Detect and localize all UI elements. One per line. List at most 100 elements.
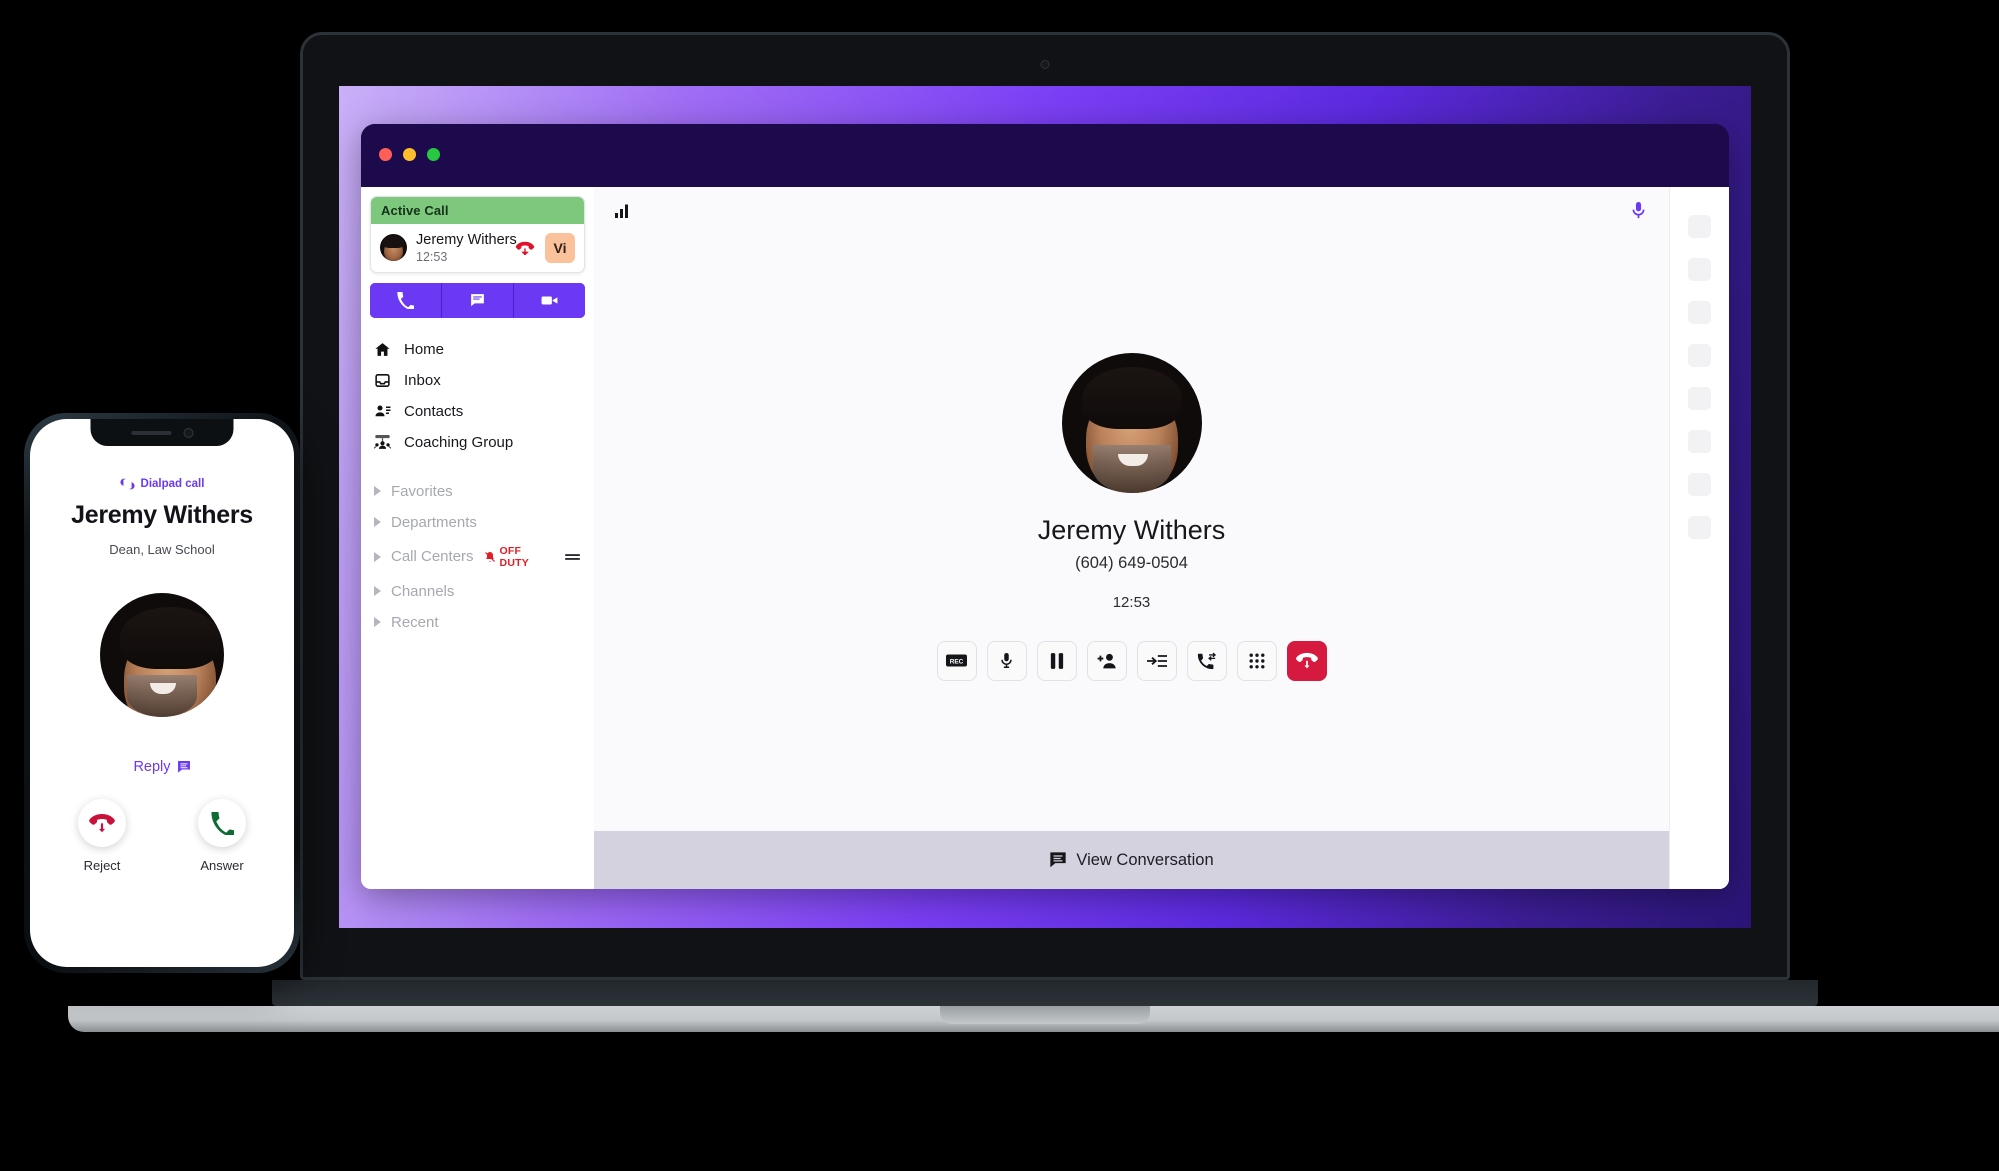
rail-placeholder[interactable] xyxy=(1688,430,1711,453)
avatar xyxy=(100,593,224,717)
message-icon[interactable] xyxy=(442,282,514,318)
laptop-webcam-icon xyxy=(1040,60,1050,69)
keypad-button[interactable] xyxy=(1236,640,1277,681)
avatar xyxy=(380,234,407,262)
laptop-lid: Active Call Jeremy Withers 12:53 Vi Home… xyxy=(300,32,1790,980)
off-duty-status[interactable]: OFF DUTY xyxy=(484,545,547,569)
call-end-icon[interactable] xyxy=(78,799,126,847)
reply-label: Reply xyxy=(133,759,171,775)
hold-button[interactable] xyxy=(1036,640,1077,681)
answer-label: Answer xyxy=(200,858,244,873)
status-badge[interactable]: Vi xyxy=(545,232,575,263)
phone-caller-name: Jeremy Withers xyxy=(71,501,253,529)
sidebar-nav: Home Inbox Contacts Coaching Group xyxy=(361,334,594,458)
rail-placeholder[interactable] xyxy=(1688,387,1711,410)
sidebar: Active Call Jeremy Withers 12:53 Vi Home… xyxy=(361,187,594,889)
phone-icon[interactable] xyxy=(370,282,442,318)
chevron-right-icon[interactable] xyxy=(374,586,381,597)
coaching-group-icon xyxy=(373,433,392,452)
reply-button[interactable]: Reply xyxy=(30,759,294,775)
sidebar-group-label: Channels xyxy=(391,582,455,600)
sidebar-group-channels[interactable]: Channels xyxy=(361,576,594,607)
close-button[interactable] xyxy=(379,148,392,161)
avatar-detail xyxy=(127,675,197,717)
mute-button[interactable] xyxy=(986,640,1027,681)
chat-icon xyxy=(1049,851,1067,869)
caller-number: (604) 649-0504 xyxy=(1075,553,1188,572)
laptop-base-notch xyxy=(940,1006,1150,1024)
avatar xyxy=(1061,352,1202,493)
sidebar-item-label: Coaching Group xyxy=(404,433,514,451)
reject-call-button[interactable]: Reject xyxy=(78,799,126,873)
sidebar-item-coaching-group[interactable]: Coaching Group xyxy=(361,427,594,458)
message-icon xyxy=(177,760,191,774)
home-icon xyxy=(373,340,392,359)
active-call-duration: 12:53 xyxy=(416,249,448,264)
add-participant-button[interactable] xyxy=(1086,640,1127,681)
transfer-button[interactable] xyxy=(1136,640,1177,681)
active-call-header: Active Call xyxy=(371,197,584,224)
phone-notch xyxy=(90,419,234,446)
dialpad-logo-icon xyxy=(119,478,135,490)
move-call-button[interactable] xyxy=(1186,640,1227,681)
chevron-right-icon[interactable] xyxy=(374,517,381,528)
speaker-icon xyxy=(131,430,171,435)
sidebar-group-label: Departments xyxy=(391,513,477,531)
view-conversation-label: View Conversation xyxy=(1076,850,1214,869)
active-call-name: Jeremy Withers xyxy=(416,232,517,248)
sidebar-group-favorites[interactable]: Favorites xyxy=(361,476,594,507)
rail-placeholder[interactable] xyxy=(1688,516,1711,539)
front-camera-icon xyxy=(183,427,193,438)
active-call-info: Jeremy Withers 12:53 xyxy=(416,232,517,264)
laptop-device: Active Call Jeremy Withers 12:53 Vi Home… xyxy=(68,32,1999,1032)
call-end-icon[interactable] xyxy=(514,241,536,255)
minimize-button[interactable] xyxy=(403,148,416,161)
sidebar-item-label: Inbox xyxy=(404,371,441,389)
maximize-button[interactable] xyxy=(427,148,440,161)
reject-label: Reject xyxy=(83,858,121,873)
svg-text:REC: REC xyxy=(950,658,964,665)
rail-placeholder[interactable] xyxy=(1688,301,1711,324)
call-timer: 12:53 xyxy=(1112,593,1151,611)
off-duty-label: OFF DUTY xyxy=(499,544,529,569)
call-stage: Jeremy Withers (604) 649-0504 12:53 REC xyxy=(594,202,1669,831)
rail-placeholder[interactable] xyxy=(1688,344,1711,367)
sidebar-group-departments[interactable]: Departments xyxy=(361,507,594,538)
window-traffic-lights xyxy=(379,148,440,161)
caller-name: Jeremy Withers xyxy=(1037,514,1226,545)
brand-label: Dialpad call xyxy=(140,478,205,490)
sidebar-item-home[interactable]: Home xyxy=(361,334,594,365)
phone-caller-title: Dean, Law School xyxy=(109,542,215,557)
equalizer-icon[interactable] xyxy=(565,552,580,562)
sidebar-group-label: Favorites xyxy=(391,482,453,500)
chevron-right-icon[interactable] xyxy=(374,617,381,628)
contacts-icon xyxy=(373,402,392,421)
chevron-right-icon[interactable] xyxy=(374,486,381,497)
sidebar-item-contacts[interactable]: Contacts xyxy=(361,396,594,427)
sidebar-group-call-centers[interactable]: Call Centers OFF DUTY xyxy=(361,538,594,576)
sidebar-group-recent[interactable]: Recent xyxy=(361,607,594,638)
chevron-right-icon[interactable] xyxy=(374,551,381,562)
record-button[interactable]: REC xyxy=(936,640,977,681)
active-call-card[interactable]: Active Call Jeremy Withers 12:53 Vi xyxy=(370,196,585,273)
bell-off-icon xyxy=(484,551,496,563)
app-body: Active Call Jeremy Withers 12:53 Vi Home… xyxy=(361,187,1729,889)
rail-placeholder[interactable] xyxy=(1688,215,1711,238)
sidebar-item-label: Home xyxy=(404,340,445,358)
phone-icon[interactable] xyxy=(198,799,246,847)
sidebar-item-inbox[interactable]: Inbox xyxy=(361,365,594,396)
window-titlebar xyxy=(361,124,1729,187)
end-call-button[interactable] xyxy=(1286,640,1327,681)
sidebar-item-label: Contacts xyxy=(404,402,464,420)
view-conversation-bar[interactable]: View Conversation xyxy=(594,831,1669,889)
avatar-detail xyxy=(1117,453,1148,466)
video-camera-icon[interactable] xyxy=(514,282,585,318)
active-call-row[interactable]: Jeremy Withers 12:53 Vi xyxy=(371,224,584,272)
rail-placeholder[interactable] xyxy=(1688,258,1711,281)
answer-call-button[interactable]: Answer xyxy=(198,799,246,873)
rail-placeholder[interactable] xyxy=(1688,473,1711,496)
quick-actions-bar xyxy=(370,282,585,318)
right-rail xyxy=(1669,187,1729,889)
sidebar-group-label: Recent xyxy=(391,613,439,631)
dialpad-app-window: Active Call Jeremy Withers 12:53 Vi Home… xyxy=(361,124,1729,889)
